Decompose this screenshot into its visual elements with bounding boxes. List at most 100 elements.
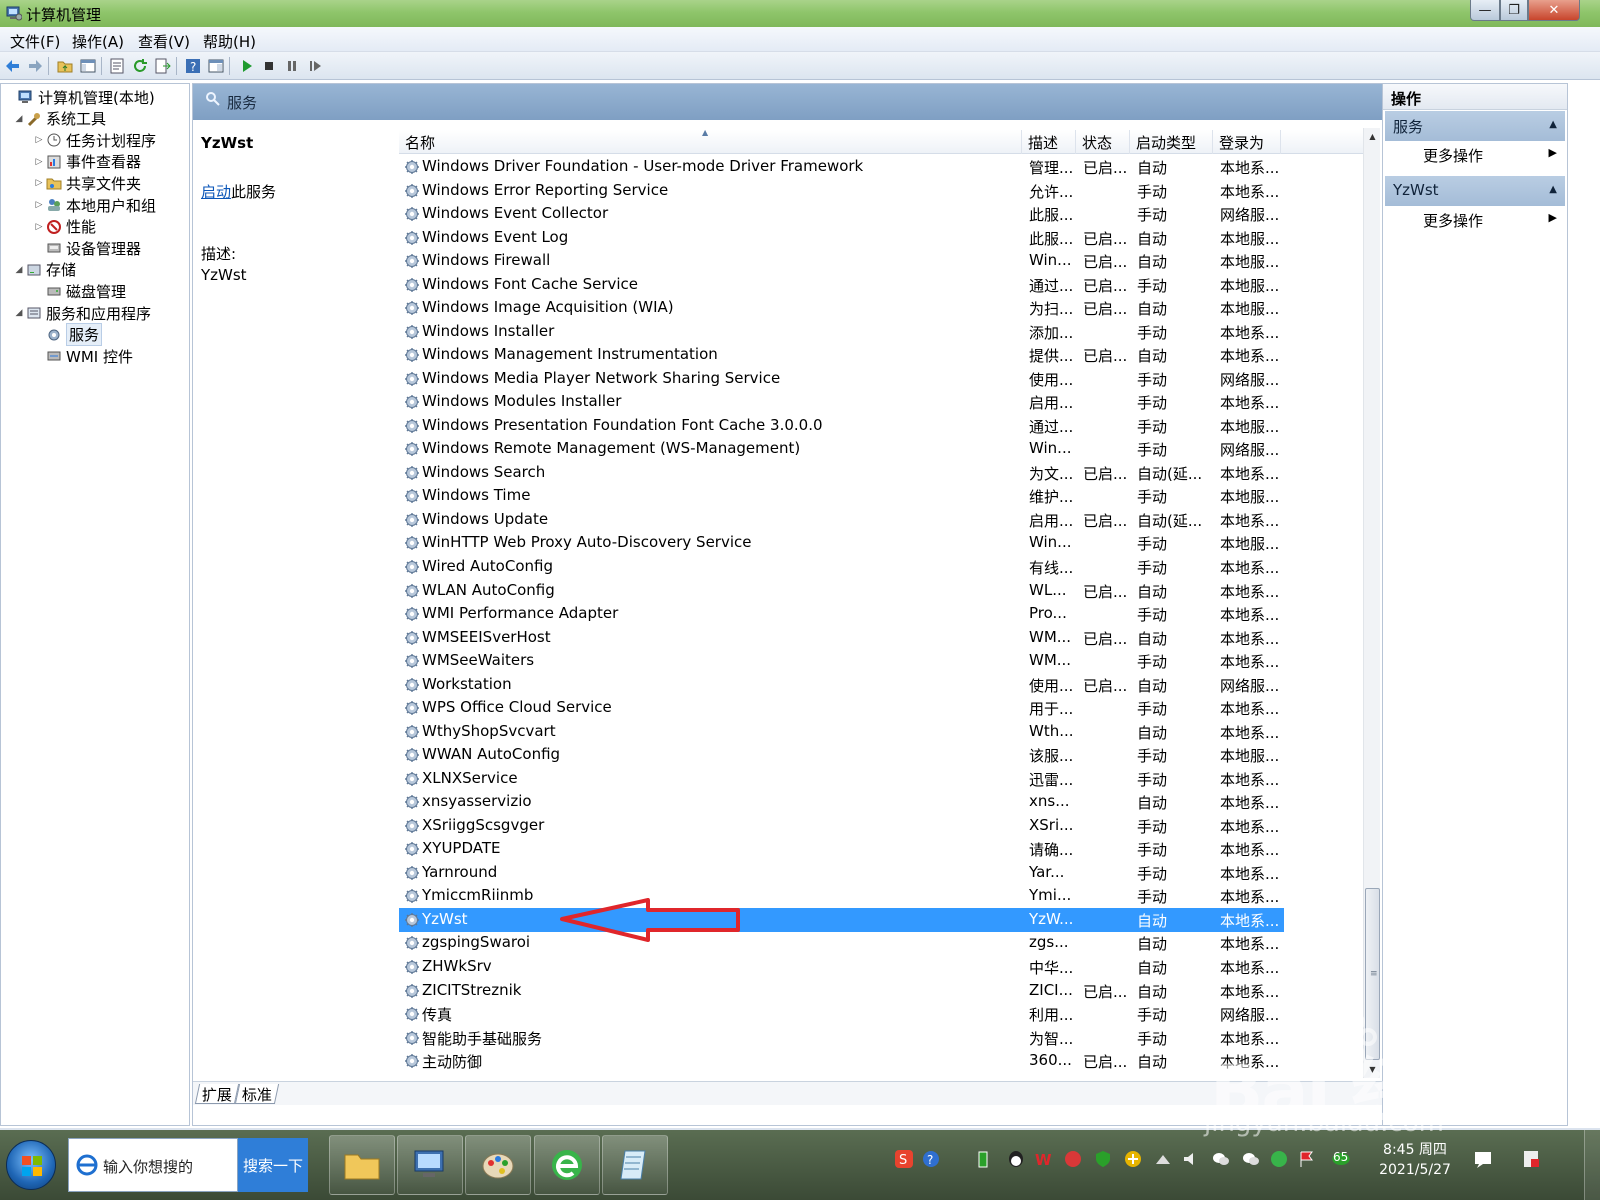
tree-item[interactable]: 服务 [33,323,103,347]
service-row[interactable]: WLAN AutoConfig WL... 已启... 自动 本地系... [399,579,1284,603]
wps-icon[interactable]: W [1033,1148,1055,1170]
service-row[interactable]: WthyShopSvcvart Wth... 自动 本地系... [399,720,1284,744]
more-actions-services[interactable]: 更多操作 ▶ [1385,141,1565,167]
tree-item[interactable]: ◢ 存储 [13,259,76,281]
service-row[interactable]: Windows Remote Management (WS-Management… [399,437,1284,461]
tree-item[interactable]: 设备管理器 [33,237,141,259]
action-section-services[interactable]: 服务 ▲ [1385,111,1565,141]
service-row[interactable]: zgspingSwaroi zgs... 自动 本地系... [399,931,1284,955]
qq-icon[interactable] [1005,1148,1027,1170]
stop-service-icon[interactable] [260,57,278,75]
tree-item[interactable]: ▷ 事件查看器 [33,151,141,173]
menu-view[interactable]: 查看(V) [138,31,190,52]
expand-arrow-icon[interactable]: ◢ [13,114,25,124]
service-row[interactable]: WMSeeWaiters WM... 手动 本地系... [399,649,1284,673]
help-icon[interactable]: ? [184,57,202,75]
security-score-badge[interactable]: 65 [1326,1148,1356,1170]
service-row[interactable]: WMI Performance Adapter Pro... 手动 本地系... [399,602,1284,626]
tree-item[interactable]: ▷ 本地用户和组 [33,194,156,216]
service-row[interactable]: Windows Event Collector 此服... 手动 网络服... [399,202,1284,226]
taskbar-notepad[interactable] [602,1135,668,1195]
service-row[interactable]: 主动防御 360... 已启... 自动 本地系... [399,1049,1284,1073]
wechat-icon[interactable] [1210,1148,1232,1170]
service-row[interactable]: 智能助手基础服务 为智... 手动 本地系... [399,1026,1284,1050]
tree-item[interactable]: ▷ 性能 [33,216,96,238]
export-list-icon[interactable] [154,57,172,75]
taskbar-computer-management[interactable] [397,1135,463,1195]
sogou-input-icon[interactable]: S [893,1148,915,1170]
column-header-status[interactable]: 状态 [1076,130,1130,154]
show-desktop-button[interactable] [1584,1130,1600,1200]
expand-arrow-icon[interactable]: ▷ [33,200,45,210]
taskbar-browser[interactable] [534,1135,600,1195]
service-row[interactable]: WMSEEISverHost WM... 已启... 自动 本地系... [399,626,1284,650]
collapse-icon[interactable]: ▲ [1549,184,1557,195]
service-row[interactable]: Windows Media Player Network Sharing Ser… [399,367,1284,391]
expand-arrow-icon[interactable]: ▷ [33,222,45,232]
expand-arrow-icon[interactable]: ▷ [33,135,45,145]
battery-icon[interactable] [972,1148,994,1170]
flag-icon[interactable] [1296,1148,1318,1170]
service-row[interactable]: Windows Update 启用... 已启... 自动(延... 本地系... [399,508,1284,532]
menu-help[interactable]: 帮助(H) [203,31,256,52]
service-row[interactable]: Windows Installer 添加... 手动 本地系... [399,320,1284,344]
plus-badge-icon[interactable] [1122,1148,1144,1170]
more-actions-yzwst[interactable]: 更多操作 ▶ [1385,206,1565,232]
tree-item[interactable]: 计算机管理(本地) [5,86,155,108]
column-header-description[interactable]: 描述 [1022,130,1076,154]
close-button[interactable]: ✕ [1528,0,1580,21]
tab-extended[interactable]: 扩展 [194,1084,240,1104]
column-header-startup-type[interactable]: 启动类型 [1130,130,1213,154]
service-row[interactable]: Windows Image Acquisition (WIA) 为扫... 已启..… [399,296,1284,320]
up-folder-icon[interactable] [56,57,74,75]
record-icon[interactable] [1062,1148,1084,1170]
maximize-button[interactable]: ❐ [1500,0,1528,21]
taskbar-explorer[interactable] [329,1135,395,1195]
tree-item[interactable]: ◢ 系统工具 [13,108,106,130]
service-row[interactable]: Windows Error Reporting Service 允许... 手动 本地… [399,179,1284,203]
scroll-up-icon[interactable]: ▲ [1364,128,1381,145]
service-row[interactable]: ZICITStreznik ZICI... 已启... 自动 本地系... [399,979,1284,1003]
service-row[interactable]: WPS Office Cloud Service 用于... 手动 本地系... [399,696,1284,720]
service-row[interactable]: Wired AutoConfig 有线... 手动 本地系... [399,555,1284,579]
expand-arrow-icon[interactable]: ◢ [13,265,25,275]
tree-item[interactable]: ▷ 共享文件夹 [33,172,141,194]
service-row[interactable]: Windows Management Instrumentation 提供... 已… [399,343,1284,367]
taskbar-search-box[interactable]: 输入你想搜的 [68,1138,238,1192]
service-row[interactable]: XSriiggScsgvger XSri... 手动 本地系... [399,814,1284,838]
taskbar-paint[interactable] [465,1135,531,1195]
service-row[interactable]: Yarnround Yar... 手动 本地系... [399,861,1284,885]
tree-item[interactable]: 磁盘管理 [33,280,126,302]
notification-icon[interactable] [1472,1148,1494,1170]
properties-icon[interactable] [108,57,126,75]
menu-action[interactable]: 操作(A) [72,31,124,52]
tree-item[interactable]: ▷ 任务计划程序 [33,129,156,151]
collapse-icon[interactable]: ▲ [1549,119,1557,130]
action-section-yzwst[interactable]: YzWst ▲ [1385,176,1565,206]
back-icon[interactable] [4,57,22,75]
service-row[interactable]: Windows Firewall Win... 已启... 自动 本地服... [399,249,1284,273]
service-row[interactable]: xnsyasservizio xns... 自动 本地系... [399,790,1284,814]
green-circle-icon[interactable] [1268,1148,1290,1170]
service-row[interactable]: Windows Time 维护... 手动 本地服... [399,484,1284,508]
service-row[interactable]: WinHTTP Web Proxy Auto-Discovery Service… [399,531,1284,555]
service-row[interactable]: Windows Modules Installer 启用... 手动 本地系... [399,390,1284,414]
refresh-icon[interactable] [131,57,149,75]
expand-arrow-icon[interactable]: ▷ [33,178,45,188]
services-scrollbar[interactable]: ▲ ≡ ▼ [1363,128,1380,1078]
service-row[interactable]: YzWst YzW... 自动 本地系... [399,907,1284,932]
help-circle-icon[interactable]: ? [920,1148,942,1170]
start-service-link[interactable]: 启动 [201,183,231,201]
system-clock[interactable]: 8:45 周四 2021/5/27 [1370,1140,1460,1180]
start-service-icon[interactable] [238,57,256,75]
service-row[interactable]: Windows Event Log 此服... 已启... 自动 本地服... [399,226,1284,250]
forward-icon[interactable] [26,57,44,75]
service-row[interactable]: XLNXService 迅雷... 手动 本地系... [399,767,1284,791]
service-row[interactable]: ZHWkSrv 中华... 自动 本地系... [399,955,1284,979]
service-row[interactable]: Windows Search 为文... 已启... 自动(延... 本地系... [399,461,1284,485]
service-row[interactable]: Workstation 使用... 已启... 自动 网络服... [399,673,1284,697]
show-hide-tree-icon[interactable] [79,57,97,75]
expand-arrow-icon[interactable]: ▷ [33,157,45,167]
minimize-button[interactable]: — [1470,0,1500,21]
pause-service-icon[interactable] [283,57,301,75]
